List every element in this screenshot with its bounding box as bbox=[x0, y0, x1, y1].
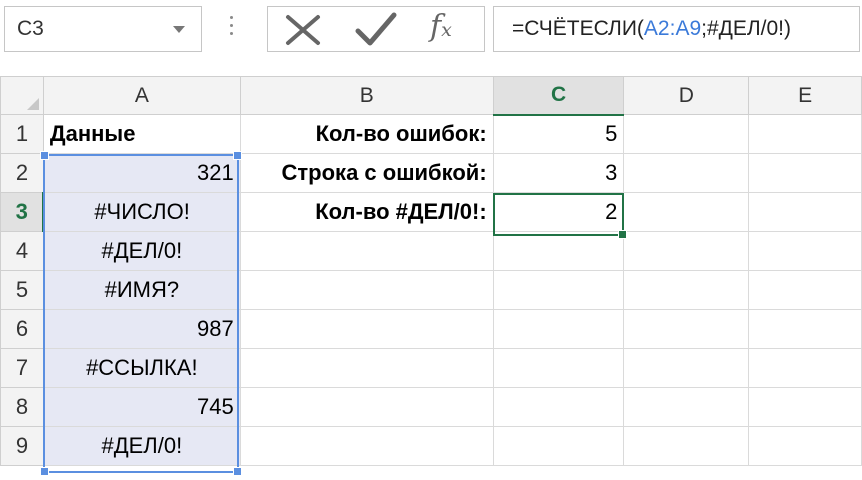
cell-d4[interactable] bbox=[623, 231, 750, 271]
cell-b4[interactable] bbox=[239, 231, 494, 271]
row-header-7[interactable]: 7 bbox=[0, 348, 44, 388]
table-row: 6 987 bbox=[0, 309, 862, 349]
cell-a2[interactable]: 321 bbox=[42, 153, 241, 193]
formula-suffix: ;#ДЕЛ/0!) bbox=[701, 17, 792, 40]
cell-c2[interactable]: 3 bbox=[492, 153, 625, 193]
row-header-1[interactable]: 1 bbox=[0, 114, 44, 154]
table-row: 5 #ИМЯ? bbox=[0, 270, 862, 310]
cell-b2[interactable]: Строка с ошибкой: bbox=[239, 153, 494, 193]
cell-b8[interactable] bbox=[239, 387, 494, 427]
cell-a4[interactable]: #ДЕЛ/0! bbox=[42, 231, 241, 271]
cell-a9[interactable]: #ДЕЛ/0! bbox=[42, 426, 241, 466]
enter-check-icon[interactable] bbox=[352, 11, 402, 49]
cell-e9[interactable] bbox=[748, 426, 862, 466]
formula-range-ref: A2:A9 bbox=[643, 17, 702, 40]
row-header-5[interactable]: 5 bbox=[0, 270, 44, 310]
cell-a6[interactable]: 987 bbox=[42, 309, 241, 349]
table-row: 8 745 bbox=[0, 387, 862, 427]
cell-c7[interactable] bbox=[492, 348, 625, 388]
range-handle-bottom-right[interactable] bbox=[233, 467, 242, 476]
cell-d8[interactable] bbox=[623, 387, 750, 427]
cell-e7[interactable] bbox=[748, 348, 862, 388]
cell-c1[interactable]: 5 bbox=[492, 114, 625, 154]
formula-bar-area: C3 fx =СЧЁТЕСЛИ(A2:A9;#ДЕЛ/0!) bbox=[0, 0, 862, 66]
range-handle-bottom-left[interactable] bbox=[40, 467, 49, 476]
cell-d2[interactable] bbox=[623, 153, 750, 193]
cell-e8[interactable] bbox=[748, 387, 862, 427]
cell-b9[interactable] bbox=[239, 426, 494, 466]
row-header-3[interactable]: 3 bbox=[0, 192, 45, 232]
row-header-2[interactable]: 2 bbox=[0, 153, 44, 193]
cell-e3[interactable] bbox=[748, 192, 862, 232]
column-header-c[interactable]: C bbox=[492, 76, 625, 116]
cell-a8[interactable]: 745 bbox=[42, 387, 241, 427]
row-header-9[interactable]: 9 bbox=[0, 426, 44, 466]
cell-a5[interactable]: #ИМЯ? bbox=[42, 270, 241, 310]
cell-e6[interactable] bbox=[748, 309, 862, 349]
cell-d7[interactable] bbox=[623, 348, 750, 388]
insert-function-icon[interactable]: fx bbox=[426, 9, 476, 49]
resize-grip-icon[interactable] bbox=[229, 16, 235, 44]
cell-b1[interactable]: Кол-во ошибок: bbox=[239, 114, 494, 154]
formula-text: =СЧЁТЕСЛИ(A2:A9;#ДЕЛ/0!) bbox=[512, 17, 791, 41]
column-header-e[interactable]: E bbox=[748, 76, 862, 115]
cell-b3[interactable]: Кол-во #ДЕЛ/0!: bbox=[239, 192, 494, 232]
row-header-4[interactable]: 4 bbox=[0, 231, 44, 271]
cell-e1[interactable] bbox=[748, 114, 862, 154]
table-row: 4 #ДЕЛ/0! bbox=[0, 231, 862, 271]
select-all-corner[interactable] bbox=[0, 76, 44, 115]
dropdown-arrow-icon[interactable] bbox=[173, 26, 185, 33]
formula-prefix: =СЧЁТЕСЛИ( bbox=[512, 17, 644, 40]
table-row: 9 #ДЕЛ/0! bbox=[0, 426, 862, 466]
row-header-8[interactable]: 8 bbox=[0, 387, 44, 427]
cell-a3[interactable]: #ЧИСЛО! bbox=[42, 192, 241, 232]
cell-b5[interactable] bbox=[239, 270, 494, 310]
cell-d3[interactable] bbox=[623, 192, 750, 232]
name-box-value: C3 bbox=[17, 17, 44, 40]
table-row: 1 Данные Кол-во ошибок: 5 bbox=[0, 114, 862, 154]
table-row: 2 321 Строка с ошибкой: 3 bbox=[0, 153, 862, 193]
cell-c3[interactable]: 2 bbox=[492, 192, 625, 232]
name-box[interactable]: C3 bbox=[4, 6, 202, 52]
cell-c5[interactable] bbox=[492, 270, 625, 310]
fx-x: x bbox=[441, 19, 452, 41]
cell-c8[interactable] bbox=[492, 387, 625, 427]
column-header-d[interactable]: D bbox=[623, 76, 750, 115]
cell-e5[interactable] bbox=[748, 270, 862, 310]
cell-b6[interactable] bbox=[239, 309, 494, 349]
cell-a1[interactable]: Данные bbox=[42, 114, 241, 154]
cell-d6[interactable] bbox=[623, 309, 750, 349]
select-all-icon bbox=[26, 98, 39, 110]
cell-e4[interactable] bbox=[748, 231, 862, 271]
cell-d9[interactable] bbox=[623, 426, 750, 466]
column-header-b[interactable]: B bbox=[239, 76, 494, 115]
table-row: 3 #ЧИСЛО! Кол-во #ДЕЛ/0!: 2 bbox=[0, 192, 862, 232]
formula-buttons: fx bbox=[267, 6, 485, 52]
fx-f: f bbox=[430, 9, 442, 44]
column-header-a[interactable]: A bbox=[42, 76, 241, 115]
cancel-x-icon[interactable] bbox=[280, 11, 330, 49]
table-row: 7 #ССЫЛКА! bbox=[0, 348, 862, 388]
cell-a7[interactable]: #ССЫЛКА! bbox=[42, 348, 241, 388]
cell-d1[interactable] bbox=[623, 114, 750, 154]
cell-d5[interactable] bbox=[623, 270, 750, 310]
spreadsheet-grid: A B C D E 1 Данные Кол-во ошибок: 5 2 32… bbox=[0, 76, 862, 466]
cell-b7[interactable] bbox=[239, 348, 494, 388]
cell-e2[interactable] bbox=[748, 153, 862, 193]
cell-c6[interactable] bbox=[492, 309, 625, 349]
row-header-6[interactable]: 6 bbox=[0, 309, 44, 349]
formula-input[interactable]: =СЧЁТЕСЛИ(A2:A9;#ДЕЛ/0!) bbox=[493, 6, 860, 52]
cell-c4[interactable] bbox=[492, 231, 625, 271]
cell-c9[interactable] bbox=[492, 426, 625, 466]
